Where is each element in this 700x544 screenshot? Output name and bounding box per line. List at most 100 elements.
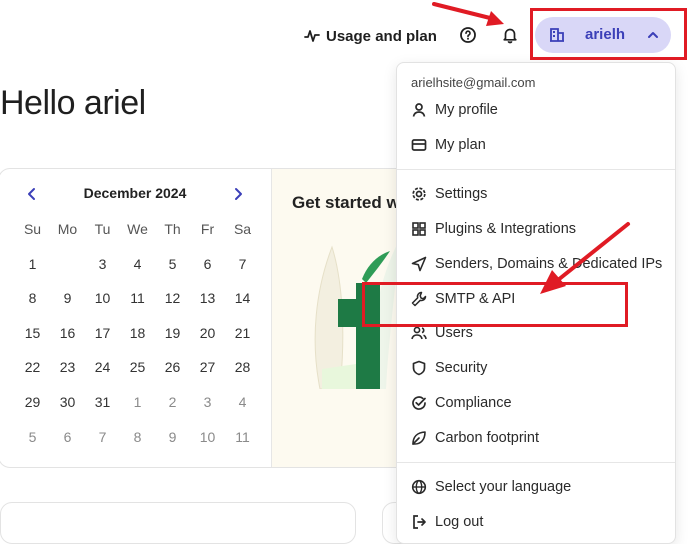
calendar-day-next-month[interactable]: 4 xyxy=(225,387,260,417)
usage-and-plan-label: Usage and plan xyxy=(326,27,437,45)
logout-icon xyxy=(413,515,426,529)
menu-item-label: Log out xyxy=(435,514,484,530)
calendar-day[interactable]: 5 xyxy=(155,249,190,279)
globe-icon xyxy=(411,479,427,495)
usage-and-plan-button[interactable]: Usage and plan xyxy=(304,24,437,48)
grid-icon xyxy=(412,222,426,236)
calendar-day-next-month[interactable]: 11 xyxy=(225,422,260,452)
menu-item-select-language[interactable]: Select your language xyxy=(411,475,571,499)
get-started-title: Get started w xyxy=(292,193,400,212)
weekday-label: Sa xyxy=(233,221,252,237)
calendar-day[interactable]: 9 xyxy=(50,283,85,313)
calendar-day[interactable]: 6 xyxy=(190,249,225,279)
calendar: December 2024 Su Mo Tu We Th Fr Sa 1 2 3… xyxy=(0,169,272,467)
calendar-day[interactable]: 18 xyxy=(120,318,155,348)
calendar-day[interactable]: 21 xyxy=(225,318,260,348)
weekday-label: Fr xyxy=(200,221,215,237)
calendar-day-next-month[interactable]: 9 xyxy=(155,422,190,452)
calendar-day-today[interactable]: 2 xyxy=(50,248,85,280)
weekday-label: Th xyxy=(164,221,181,237)
menu-item-compliance[interactable]: Compliance xyxy=(411,391,512,415)
calendar-day[interactable]: 26 xyxy=(155,352,190,382)
calendar-day[interactable]: 16 xyxy=(50,318,85,348)
menu-item-my-profile[interactable]: My profile xyxy=(411,98,498,122)
weekday-label: Su xyxy=(23,221,42,237)
calendar-day[interactable]: 11 xyxy=(120,283,155,313)
card-icon xyxy=(411,139,427,151)
calendar-day[interactable]: 4 xyxy=(120,249,155,279)
calendar-day[interactable]: 8 xyxy=(15,283,50,313)
calendar-day[interactable]: 1 xyxy=(15,249,50,279)
calendar-day[interactable]: 7 xyxy=(225,249,260,279)
calendar-day[interactable]: 28 xyxy=(225,352,260,382)
question-circle-icon[interactable] xyxy=(459,26,477,44)
menu-divider xyxy=(397,462,675,463)
calendar-day[interactable]: 13 xyxy=(190,283,225,313)
menu-item-label: Carbon footprint xyxy=(435,430,539,446)
calendar-day[interactable]: 12 xyxy=(155,283,190,313)
calendar-day[interactable]: 23 xyxy=(50,352,85,382)
menu-divider xyxy=(397,169,675,170)
dashboard-card: December 2024 Su Mo Tu We Th Fr Sa 1 2 3… xyxy=(0,168,410,468)
calendar-day[interactable]: 22 xyxy=(15,352,50,382)
menu-item-carbon-footprint[interactable]: Carbon footprint xyxy=(411,426,539,450)
menu-item-plugins-integrations[interactable]: Plugins & Integrations xyxy=(411,217,576,241)
pulse-icon xyxy=(304,30,320,42)
calendar-day[interactable]: 30 xyxy=(50,387,85,417)
send-icon xyxy=(411,256,427,272)
users-icon xyxy=(411,326,427,340)
calendar-header: December 2024 xyxy=(0,183,271,205)
calendar-day[interactable]: 14 xyxy=(225,283,260,313)
calendar-day-next-month[interactable]: 6 xyxy=(50,422,85,452)
menu-item-label: Compliance xyxy=(435,395,512,411)
calendar-day[interactable]: 10 xyxy=(85,283,120,313)
person-icon xyxy=(412,103,426,117)
calendar-day-next-month[interactable]: 3 xyxy=(190,387,225,417)
calendar-day[interactable]: 31 xyxy=(85,387,120,417)
calendar-day[interactable]: 29 xyxy=(15,387,50,417)
calendar-day-next-month[interactable]: 7 xyxy=(85,422,120,452)
account-email: arielhsite@gmail.com xyxy=(411,75,536,90)
menu-item-label: Security xyxy=(435,360,488,376)
menu-item-label: Settings xyxy=(435,186,488,202)
menu-item-my-plan[interactable]: My plan xyxy=(411,133,486,157)
calendar-day[interactable]: 3 xyxy=(85,249,120,279)
weekday-label: We xyxy=(127,221,148,237)
calendar-week: 22 23 24 25 26 27 28 xyxy=(15,352,263,382)
menu-item-label: Senders, Domains & Dedicated IPs xyxy=(435,256,663,272)
calendar-day-next-month[interactable]: 10 xyxy=(190,422,225,452)
calendar-day-next-month[interactable]: 1 xyxy=(120,387,155,417)
calendar-day[interactable]: 19 xyxy=(155,318,190,348)
bottom-card xyxy=(0,502,356,544)
menu-item-label: Plugins & Integrations xyxy=(435,221,577,237)
calendar-day[interactable]: 15 xyxy=(15,318,50,348)
menu-item-label: My profile xyxy=(435,102,498,118)
menu-item-label: Users xyxy=(435,325,473,341)
check-circle-icon xyxy=(412,396,426,410)
menu-item-settings[interactable]: Settings xyxy=(411,182,487,206)
menu-item-log-out[interactable]: Log out xyxy=(411,510,483,534)
calendar-week: 8 9 10 11 12 13 14 xyxy=(15,283,263,313)
chevron-right-icon[interactable] xyxy=(231,186,245,202)
menu-item-security[interactable]: Security xyxy=(411,356,487,380)
leaf-icon xyxy=(412,431,426,445)
calendar-day[interactable]: 17 xyxy=(85,318,120,348)
weekday-label: Tu xyxy=(94,221,111,237)
calendar-day[interactable]: 27 xyxy=(190,352,225,382)
weekday-row: Su Mo Tu We Th Fr Sa xyxy=(15,214,263,244)
calendar-day[interactable]: 20 xyxy=(190,318,225,348)
menu-item-senders-domains[interactable]: Senders, Domains & Dedicated IPs xyxy=(411,252,662,276)
calendar-week: 15 16 17 18 19 20 21 xyxy=(15,318,263,348)
calendar-day-next-month[interactable]: 5 xyxy=(15,422,50,452)
calendar-week: 1 2 3 4 5 6 7 xyxy=(15,248,263,280)
calendar-day-next-month[interactable]: 8 xyxy=(120,422,155,452)
calendar-week: 29 30 31 1 2 3 4 xyxy=(15,387,263,417)
bell-icon[interactable] xyxy=(501,26,519,44)
calendar-day[interactable]: 24 xyxy=(85,352,120,382)
menu-item-label: My plan xyxy=(435,137,486,153)
annotation-box-account xyxy=(530,8,687,60)
calendar-day[interactable]: 25 xyxy=(120,352,155,382)
gear-icon xyxy=(412,187,426,201)
annotation-box-smtp-api xyxy=(362,282,628,327)
calendar-day-next-month[interactable]: 2 xyxy=(155,387,190,417)
